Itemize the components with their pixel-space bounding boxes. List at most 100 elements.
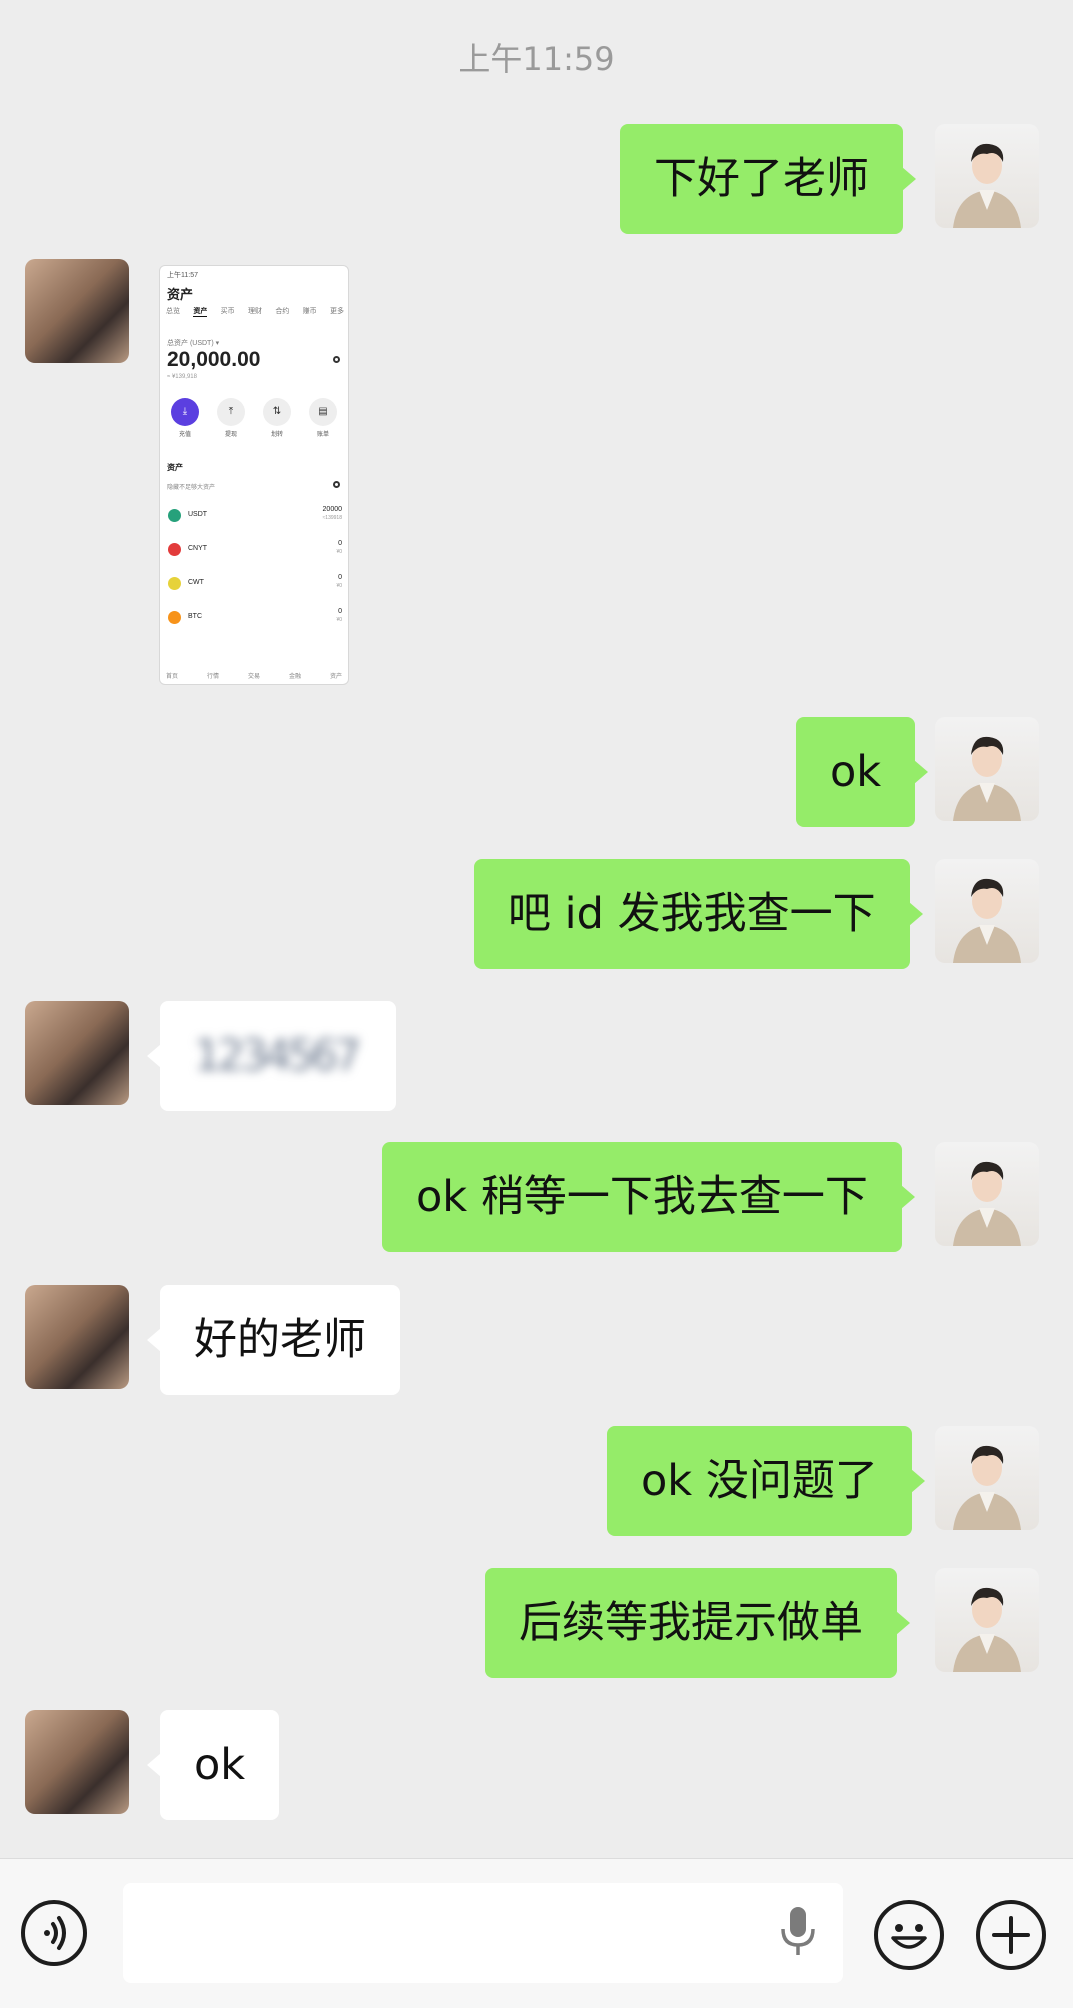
coin-name: BTC — [188, 613, 202, 620]
screenshot-nav-item: 首页 — [166, 674, 179, 680]
message-text: 吧 id 发我我查一下 — [508, 889, 876, 939]
screenshot-action-label: 划转 — [270, 432, 283, 438]
coin-amount: 0 — [338, 574, 342, 581]
search-icon — [333, 481, 340, 488]
plus-icon — [992, 1916, 1030, 1954]
screenshot-action-label: 账单 — [316, 432, 329, 438]
message-bubble-outgoing[interactable]: 吧 id 发我我查一下 — [474, 859, 923, 969]
message-text: ok 没问题了 — [641, 1456, 878, 1506]
coin-sub: ¥0 — [336, 617, 342, 623]
btc-icon — [168, 611, 181, 624]
coin-value: 0 ¥0 — [336, 608, 342, 624]
message-bubble-incoming[interactable]: 好的老师 — [147, 1285, 400, 1395]
screenshot-tab: 赚币 — [302, 308, 317, 315]
message-bubble-outgoing[interactable]: ok 稍等一下我去查一下 — [382, 1142, 915, 1252]
coin-value: 0 ¥0 — [336, 540, 342, 556]
usdt-icon — [168, 509, 181, 522]
deposit-icon: ⤓ — [171, 398, 199, 426]
screenshot-action-label: 充值 — [178, 432, 191, 438]
screenshot-section-title: 资产 — [167, 463, 183, 472]
screenshot-tab: 更多 — [329, 308, 344, 315]
person-avatar-icon — [953, 1161, 1021, 1246]
screenshot-tab: 合约 — [275, 308, 290, 315]
peer-avatar[interactable] — [25, 1710, 129, 1814]
message-input[interactable] — [123, 1883, 843, 1983]
bill-icon: ▤ — [309, 398, 337, 426]
screenshot-title: 资产 — [167, 287, 194, 302]
screenshot-action-label: 提现 — [224, 432, 237, 438]
coin-sub: ≈139918 — [322, 515, 342, 521]
screenshot-total-label: 总资产 (USDT) ▾ — [167, 340, 220, 347]
screenshot-tab: 理财 — [247, 308, 262, 315]
screenshot-action: ⤒ 提现 — [214, 398, 248, 438]
screenshot-total-sub: ≈ ¥139,918 — [167, 374, 197, 380]
my-avatar[interactable] — [935, 717, 1039, 821]
coin-name: CWT — [188, 579, 204, 586]
voice-toggle-button[interactable] — [21, 1900, 87, 1966]
coin-amount: 20000 — [322, 506, 342, 513]
cwt-icon — [168, 577, 181, 590]
message-text: ok — [830, 747, 882, 797]
chat-input-bar — [0, 1858, 1073, 2008]
peer-avatar[interactable] — [25, 1285, 129, 1389]
message-bubble-outgoing[interactable]: ok — [796, 717, 929, 827]
person-avatar-icon — [953, 1587, 1021, 1672]
screenshot-nav-item: 资产 — [329, 674, 342, 680]
more-button[interactable] — [976, 1900, 1046, 1970]
my-avatar[interactable] — [935, 1142, 1039, 1246]
screenshot-tabs: 总览 资产 买币 理财 合约 赚币 更多 — [166, 306, 344, 317]
peer-avatar[interactable] — [25, 259, 129, 363]
screenshot-bottom-nav: 首页 行情 交易 金融 资产 — [166, 671, 342, 680]
microphone-icon[interactable] — [773, 1903, 823, 1963]
coin-amount: 0 — [338, 540, 342, 547]
screenshot-coin-row: CNYT 0 ¥0 — [168, 540, 342, 560]
screenshot-actions: ⤓ 充值 ⤒ 提现 ⇅ 划转 ▤ 账单 — [168, 398, 340, 438]
transfer-icon: ⇅ — [263, 398, 291, 426]
coin-sub: ¥0 — [336, 583, 342, 589]
coin-value: 20000 ≈139918 — [323, 506, 342, 522]
screenshot-nav-item: 交易 — [247, 674, 260, 680]
screenshot-hide-small: 隐藏不足够大资产 — [167, 485, 216, 491]
coin-amount: 0 — [338, 608, 342, 615]
screenshot-nav-item: 行情 — [206, 674, 219, 680]
message-text: 好的老师 — [194, 1315, 366, 1365]
my-avatar[interactable] — [935, 124, 1039, 228]
my-avatar[interactable] — [935, 1426, 1039, 1530]
timestamp: 上午11:59 — [458, 40, 615, 78]
screenshot-action: ⇅ 划转 — [260, 398, 294, 438]
person-avatar-icon — [953, 1445, 1021, 1530]
screenshot-coin-row: CWT 0 ¥0 — [168, 574, 342, 594]
coin-name: USDT — [188, 511, 208, 518]
screenshot-coin-row: BTC 0 ¥0 — [168, 608, 342, 628]
emoji-icon — [891, 1924, 927, 1949]
person-avatar-icon — [953, 736, 1021, 821]
coin-value: 0 ¥0 — [336, 574, 342, 590]
screenshot-tab: 总览 — [166, 308, 180, 315]
message-text: 下好了老师 — [654, 154, 869, 204]
person-avatar-icon — [953, 878, 1021, 963]
message-text: 后续等我提示做单 — [519, 1598, 863, 1648]
screenshot-action: ⤓ 充值 — [168, 398, 202, 438]
emoji-button[interactable] — [874, 1900, 944, 1970]
message-bubble-outgoing[interactable]: ok 没问题了 — [607, 1426, 925, 1536]
message-bubble-incoming[interactable]: 1234567 — [147, 1001, 396, 1111]
cnyt-icon — [168, 543, 181, 556]
my-avatar[interactable] — [935, 859, 1039, 963]
screenshot-coin-row: USDT 20000 ≈139918 — [168, 506, 342, 526]
message-text: ok 稍等一下我去查一下 — [416, 1172, 868, 1222]
screenshot-total-amount: 20,000.00 — [167, 348, 261, 371]
person-avatar-icon — [953, 143, 1021, 228]
screenshot-tab: 买币 — [220, 308, 235, 315]
coin-sub: ¥0 — [336, 549, 342, 555]
peer-avatar[interactable] — [25, 1001, 129, 1105]
withdraw-icon: ⤒ — [217, 398, 245, 426]
shared-screenshot-image[interactable]: 上午11:57 资产 总览 资产 买币 理财 合约 赚币 更多 总资产 (USD… — [159, 265, 349, 685]
screenshot-action: ▤ 账单 — [306, 398, 340, 438]
message-bubble-outgoing[interactable]: 下好了老师 — [620, 124, 916, 234]
screenshot-tab-active: 资产 — [193, 308, 208, 317]
message-bubble-outgoing[interactable]: 后续等我提示做单 — [485, 1568, 910, 1678]
blurred-message-text: 1234567 — [194, 1031, 362, 1081]
my-avatar[interactable] — [935, 1568, 1039, 1672]
message-bubble-incoming[interactable]: ok — [146, 1710, 280, 1820]
eye-icon — [333, 356, 340, 363]
